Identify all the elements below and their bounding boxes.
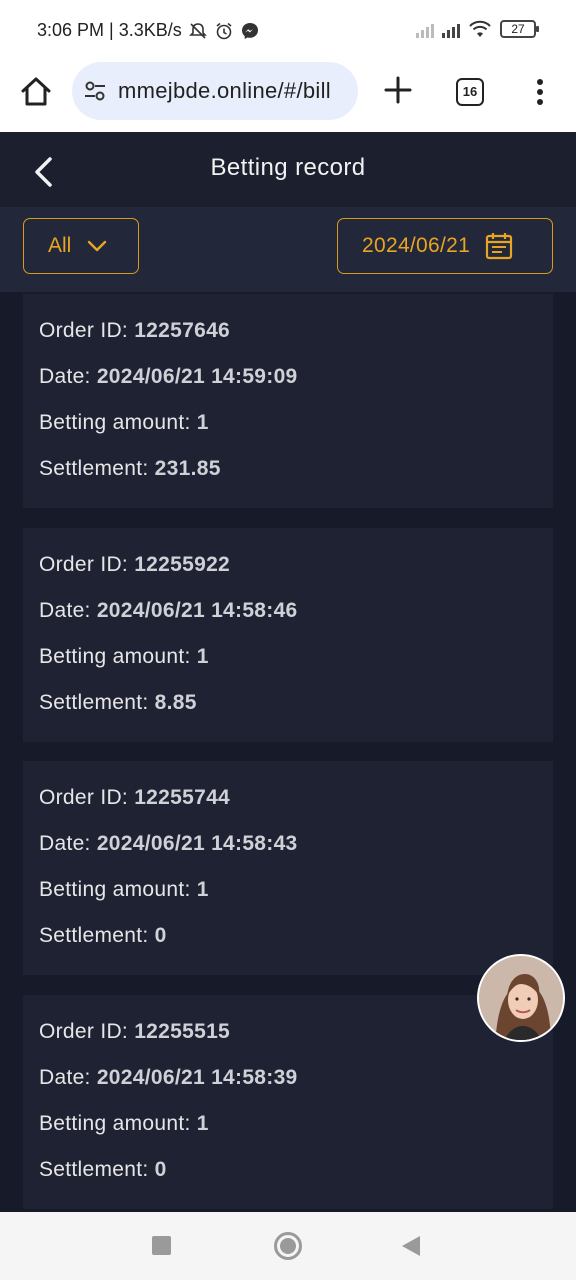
battery-icon: 27 [500, 20, 539, 38]
date-label: Date: [39, 832, 97, 855]
support-agent-portrait [479, 956, 563, 1040]
filter-bar: All 2024/06/21 [0, 207, 576, 292]
tab-switcher-button[interactable]: 16 [456, 78, 484, 106]
settlement-value: 0 [154, 924, 167, 947]
date-value: 2024/06/21 14:58:39 [96, 1066, 298, 1089]
amount-value: 1 [196, 645, 209, 668]
order-id-label: Order ID: [39, 1020, 135, 1043]
settlement-label: Settlement: [39, 691, 155, 714]
order-id-label: Order ID: [39, 553, 135, 576]
amount-label: Betting amount: [39, 878, 197, 901]
mute-icon [188, 21, 208, 41]
record-amount: Betting amount: 1 [39, 1112, 209, 1136]
order-id-value: 12255515 [134, 1020, 231, 1043]
order-id-value: 12257646 [134, 319, 231, 342]
app-content: Betting record All 2024/06/21 Order ID: … [0, 132, 576, 1212]
more-menu-icon[interactable] [528, 76, 552, 108]
settlement-label: Settlement: [39, 1158, 155, 1181]
home-nav-icon[interactable] [274, 1232, 302, 1260]
status-left: 3:06 PM | 3.3KB/s [37, 20, 260, 41]
system-nav-bar [0, 1212, 576, 1280]
date-filter-value: 2024/06/21 [362, 234, 471, 257]
status-time-speed: 3:06 PM | 3.3KB/s [37, 20, 182, 40]
amount-value: 1 [196, 411, 209, 434]
settlement-label: Settlement: [39, 924, 155, 947]
date-filter-button[interactable]: 2024/06/21 [337, 218, 553, 274]
record-date: Date: 2024/06/21 14:58:39 [39, 1066, 298, 1090]
record-card[interactable]: Order ID: 12255515 Date: 2024/06/21 14:5… [23, 995, 553, 1209]
date-label: Date: [39, 1066, 97, 1089]
order-id-value: 12255922 [134, 553, 231, 576]
status-right: 27 [416, 20, 539, 38]
amount-label: Betting amount: [39, 1112, 197, 1135]
chevron-down-icon [88, 240, 107, 252]
recents-icon[interactable] [152, 1236, 171, 1255]
record-settlement: Settlement: 231.85 [39, 457, 221, 481]
record-date: Date: 2024/06/21 14:58:46 [39, 599, 298, 623]
settlement-label: Settlement: [39, 457, 155, 480]
date-value: 2024/06/21 14:59:09 [96, 365, 298, 388]
settlement-value: 231.85 [154, 457, 221, 480]
record-order-id: Order ID: 12255515 [39, 1020, 230, 1044]
url-text[interactable]: mmejbde.online/#/bill [118, 78, 331, 104]
new-tab-icon[interactable] [380, 72, 416, 108]
date-value: 2024/06/21 14:58:46 [96, 599, 298, 622]
order-id-value: 12255744 [134, 786, 231, 809]
date-label: Date: [39, 599, 97, 622]
amount-value: 1 [196, 878, 209, 901]
wifi-icon [469, 20, 491, 37]
record-date: Date: 2024/06/21 14:59:09 [39, 365, 298, 389]
settlement-value: 0 [154, 1158, 167, 1181]
settlement-value: 8.85 [154, 691, 197, 714]
home-icon[interactable] [18, 74, 54, 110]
record-card[interactable]: Order ID: 12255744 Date: 2024/06/21 14:5… [23, 761, 553, 975]
date-value: 2024/06/21 14:58:43 [96, 832, 298, 855]
order-id-label: Order ID: [39, 319, 135, 342]
record-settlement: Settlement: 8.85 [39, 691, 197, 715]
status-bar: 3:06 PM | 3.3KB/s 27 [0, 0, 576, 62]
site-settings-icon[interactable] [82, 78, 108, 104]
record-date: Date: 2024/06/21 14:58:43 [39, 832, 298, 856]
record-order-id: Order ID: 12255744 [39, 786, 230, 810]
signal-icon [416, 20, 434, 38]
record-card[interactable]: Order ID: 12255922 Date: 2024/06/21 14:5… [23, 528, 553, 742]
signal-strong-icon [442, 20, 460, 38]
record-card[interactable]: Order ID: 12257646 Date: 2024/06/21 14:5… [23, 294, 553, 508]
app-header: Betting record [0, 132, 576, 207]
order-id-label: Order ID: [39, 786, 135, 809]
record-amount: Betting amount: 1 [39, 411, 209, 435]
record-settlement: Settlement: 0 [39, 1158, 167, 1182]
back-nav-icon[interactable] [402, 1236, 420, 1256]
browser-toolbar: mmejbde.online/#/bill 16 [0, 62, 576, 132]
record-settlement: Settlement: 0 [39, 924, 167, 948]
type-filter-dropdown[interactable]: All [23, 218, 139, 274]
record-order-id: Order ID: 12257646 [39, 319, 230, 343]
page-title: Betting record [210, 154, 366, 181]
amount-label: Betting amount: [39, 645, 197, 668]
amount-label: Betting amount: [39, 411, 197, 434]
messenger-icon [240, 21, 260, 41]
amount-value: 1 [196, 1112, 209, 1135]
record-order-id: Order ID: 12255922 [39, 553, 230, 577]
record-amount: Betting amount: 1 [39, 645, 209, 669]
alarm-icon [214, 21, 234, 41]
record-amount: Betting amount: 1 [39, 878, 209, 902]
customer-support-avatar[interactable] [477, 954, 565, 1042]
type-filter-value: All [48, 234, 72, 257]
address-bar[interactable]: mmejbde.online/#/bill [72, 62, 358, 120]
calendar-icon [486, 233, 513, 260]
date-label: Date: [39, 365, 97, 388]
